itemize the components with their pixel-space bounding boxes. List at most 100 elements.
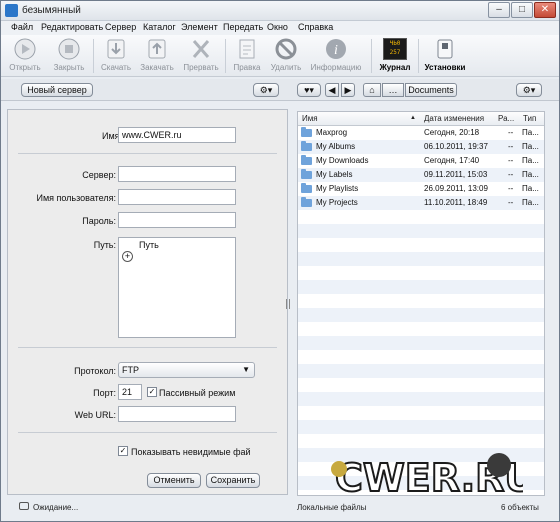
menu-edit[interactable]: Редактировать (41, 22, 103, 32)
file-date: 26.09.2011, 13:09 (424, 184, 488, 193)
download-label: Скачать (101, 63, 131, 72)
name-label: Имя: (101, 131, 122, 141)
server-field[interactable] (118, 166, 236, 182)
file-row[interactable]: Maxprog Сегодня, 20:18 -- Па... (298, 126, 544, 140)
menu-window[interactable]: Окно (267, 22, 288, 32)
cancel-x-icon (192, 40, 210, 58)
file-size: -- (508, 184, 514, 193)
new-server-button[interactable]: Новый сервер (21, 83, 93, 97)
menu-folder[interactable]: Каталог (143, 22, 176, 32)
menu-item[interactable]: Элемент (181, 22, 218, 32)
col-size[interactable]: Ра... (498, 114, 514, 123)
col-date[interactable]: Дата изменения (424, 114, 484, 123)
file-row[interactable]: My Projects 11.10.2011, 18:49 -- Па... (298, 196, 544, 210)
status-text: Ожидание... (33, 503, 79, 512)
empty-row (298, 420, 544, 434)
empty-row (298, 322, 544, 336)
forward-button[interactable]: ▶ (341, 83, 355, 97)
current-path-button[interactable]: Documents (405, 83, 457, 97)
back-button[interactable]: ◀ (325, 83, 339, 97)
file-type: Па... (522, 198, 539, 207)
password-field[interactable] (118, 212, 236, 228)
favorites-menu[interactable]: ♥▾ (297, 83, 321, 97)
path-list[interactable]: Путь + (118, 237, 236, 338)
file-name: My Labels (316, 170, 353, 179)
path-parent-button[interactable]: … (382, 83, 404, 97)
path-column-header: Путь (139, 240, 159, 250)
download-button[interactable]: Скачать (97, 36, 135, 76)
empty-row (298, 280, 544, 294)
file-row[interactable]: My Downloads Сегодня, 17:40 -- Па... (298, 154, 544, 168)
weburl-field[interactable] (118, 406, 236, 422)
cancel-button[interactable]: Отменить (147, 473, 201, 488)
protocol-select[interactable]: FTP ▼ (118, 362, 255, 378)
minimize-button[interactable]: – (488, 2, 510, 18)
empty-row (298, 224, 544, 238)
edit-button[interactable]: Правка (229, 36, 265, 76)
username-field[interactable] (118, 189, 236, 205)
menu-transfer[interactable]: Передать (223, 22, 263, 32)
splitter-handle[interactable] (286, 299, 290, 309)
folder-icon (301, 141, 312, 151)
delete-button[interactable]: Удалить (267, 36, 305, 76)
empty-row (298, 336, 544, 350)
watermark-logo: CWER.RU (331, 453, 536, 501)
info-icon: i (326, 39, 346, 59)
home-button[interactable]: ⌂ (363, 83, 381, 97)
file-name: My Projects (316, 198, 358, 207)
folder-icon (301, 155, 312, 165)
app-icon (5, 4, 18, 17)
col-type[interactable]: Тип (523, 114, 536, 123)
log-label: Журнал (379, 63, 411, 72)
file-size: -- (508, 142, 514, 151)
file-name: My Playlists (316, 184, 359, 193)
passive-mode-checkbox[interactable]: ✓ (147, 387, 157, 397)
menu-file[interactable]: Файл (11, 22, 33, 32)
info-label: Информацию (310, 63, 362, 72)
item-count: 6 объекты (501, 503, 539, 512)
info-button[interactable]: i Информацию (307, 36, 365, 76)
path-label: Путь: (93, 240, 116, 250)
server-action-menu[interactable]: ⚙▾ (253, 83, 279, 97)
settings-button[interactable]: Установки (421, 36, 469, 76)
folder-icon (301, 169, 312, 179)
file-type: Па... (522, 170, 539, 179)
port-field[interactable]: 21 (118, 384, 142, 400)
file-date: Сегодня, 20:18 (424, 128, 480, 137)
upload-button[interactable]: Закачать (137, 36, 177, 76)
file-row[interactable]: My Labels 09.11.2011, 15:03 -- Па... (298, 168, 544, 182)
toolbar-separator (225, 39, 226, 73)
settings-switch-icon (437, 39, 453, 59)
file-name: My Downloads (316, 156, 369, 165)
files-action-menu[interactable]: ⚙▾ (516, 83, 542, 97)
weburl-label: Web URL: (74, 410, 116, 420)
file-size: -- (508, 156, 514, 165)
cancel-transfer-button[interactable]: Прервать (181, 36, 221, 76)
menu-help[interactable]: Справка (298, 22, 333, 32)
folder-icon (301, 183, 312, 193)
toolbar: Открыть Закрыть Скачать Закачать Прерват… (1, 35, 559, 77)
disconnect-label: Закрыть (53, 63, 85, 72)
close-button[interactable]: ✕ (534, 2, 556, 18)
save-button[interactable]: Сохранить (206, 473, 260, 488)
maximize-button[interactable]: □ (511, 2, 533, 18)
log-button[interactable]: ЧЬ0 257 Журнал (375, 36, 415, 76)
col-name[interactable]: Имя (302, 114, 318, 123)
title-bar: безымянный – □ ✕ (1, 1, 559, 21)
menu-server[interactable]: Сервер (105, 22, 136, 32)
menu-bar: Файл Редактировать Сервер Каталог Элемен… (1, 21, 559, 35)
connect-button[interactable]: Открыть (5, 36, 45, 76)
empty-row (298, 238, 544, 252)
server-settings-panel: Имя: www.CWER.ru Сервер: Имя пользовател… (7, 109, 288, 495)
name-field[interactable]: www.CWER.ru (118, 127, 236, 143)
toolbar-separator (418, 39, 419, 73)
add-path-button[interactable]: + (122, 251, 133, 262)
file-row[interactable]: My Playlists 26.09.2011, 13:09 -- Па... (298, 182, 544, 196)
disconnect-button[interactable]: Закрыть (49, 36, 89, 76)
empty-row (298, 406, 544, 420)
sort-up-icon: ▲ (410, 115, 416, 121)
show-hidden-checkbox[interactable]: ✓ (118, 446, 128, 456)
file-row[interactable]: My Albums 06.10.2011, 19:37 -- Па... (298, 140, 544, 154)
empty-row (298, 364, 544, 378)
protocol-label: Протокол: (74, 366, 116, 376)
